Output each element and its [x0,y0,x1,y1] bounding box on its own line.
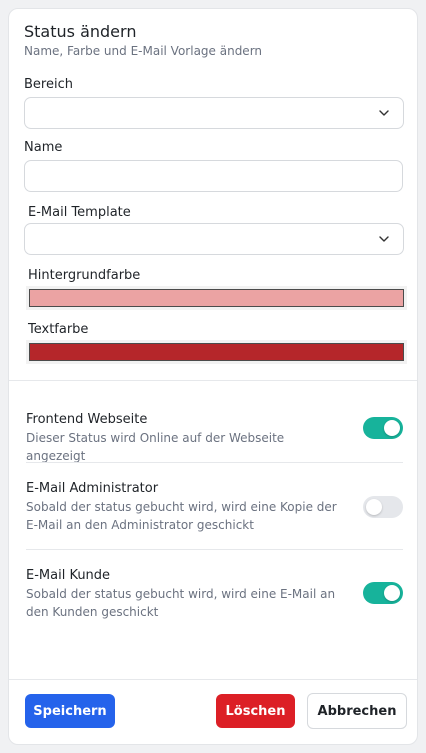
footer-divider [9,679,417,680]
toggle-knob [384,420,400,436]
textfarbe-label: Textfarbe [28,322,89,337]
chevron-down-icon [379,110,389,116]
option-separator [26,462,403,463]
email-administrator-description: Sobald der status gebucht wird, wird ein… [26,500,337,532]
dialog-header: Status ändern [24,22,136,41]
bereich-label: Bereich [24,77,73,92]
toggle-knob [366,499,382,515]
option-separator [26,549,403,550]
email-template-label: E-Mail Template [28,205,131,220]
page-title: Status ändern [24,22,137,41]
save-button[interactable]: Speichern [25,694,115,728]
textfarbe-picker[interactable] [26,340,407,364]
frontend-webseite-title: Frontend Webseite [26,412,148,427]
page-subtitle: Name, Farbe und E-Mail Vorlage ändern [24,44,263,58]
email-administrator-toggle[interactable] [363,496,403,518]
name-input[interactable] [24,160,403,192]
email-kunde-toggle[interactable] [363,582,403,604]
frontend-webseite-toggle[interactable] [363,417,403,439]
email-kunde-title: E-Mail Kunde [26,568,111,583]
toggle-knob [384,585,400,601]
hintergrundfarbe-picker[interactable] [26,286,407,310]
frontend-webseite-description: Dieser Status wird Online auf der Websei… [26,431,285,463]
delete-button[interactable]: Löschen [216,694,295,728]
hintergrundfarbe-label: Hintergrundfarbe [28,268,141,283]
bereich-select[interactable] [24,97,404,129]
email-kunde-description: Sobald der status gebucht wird, wird ein… [26,587,336,619]
email-template-select[interactable] [24,223,404,255]
chevron-down-icon [379,236,389,242]
hintergrundfarbe-swatch [29,289,404,307]
section-divider [9,380,417,381]
email-administrator-title: E-Mail Administrator [26,481,159,496]
textfarbe-swatch [29,343,404,361]
cancel-button[interactable]: Abbrechen [307,693,407,729]
name-label: Name [24,140,63,155]
status-edit-card: Status ändern Name, Farbe und E-Mail Vor… [8,8,418,745]
